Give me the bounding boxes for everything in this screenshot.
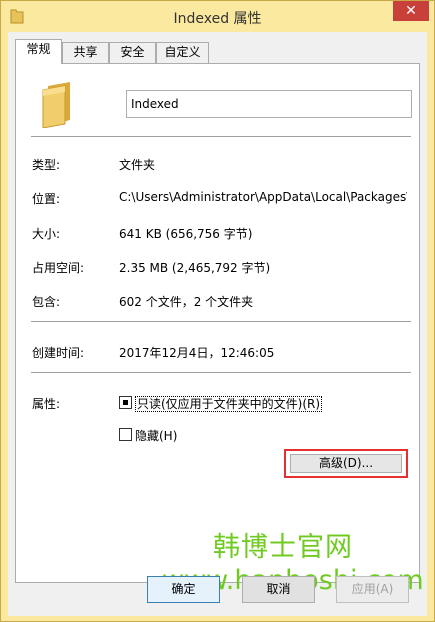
window-title: Indexed 属性 — [173, 11, 262, 27]
size-value: 641 KB (656,756 字节) — [119, 227, 253, 241]
contains-label: 包含: — [32, 295, 61, 309]
advanced-button-highlight: 高级(D)... — [284, 449, 408, 478]
divider — [31, 372, 411, 373]
title-bar[interactable]: Indexed 属性 ✕ — [1, 1, 434, 32]
apply-button[interactable]: 应用(A) — [336, 576, 409, 603]
cancel-button[interactable]: 取消 — [242, 576, 315, 603]
size-label: 大小: — [32, 227, 61, 241]
location-value[interactable]: C:\Users\Administrator\AppData\Local\Pac… — [119, 190, 407, 204]
folder-name-field[interactable] — [126, 90, 412, 118]
tab-customize[interactable]: 自定义 — [156, 42, 209, 63]
divider — [31, 136, 411, 137]
close-icon: ✕ — [405, 3, 417, 19]
created-label: 创建时间: — [32, 346, 85, 360]
type-value: 文件夹 — [119, 158, 156, 172]
readonly-checkbox[interactable] — [119, 396, 132, 409]
general-panel: 类型: 文件夹 位置: C:\Users\Administrator\AppDa… — [15, 63, 420, 583]
properties-window: Indexed 属性 ✕ 常规 共享 安全 自定义 类型: 文件夹 位置: C:… — [0, 0, 435, 622]
disk-size-value: 2.35 MB (2,465,792 字节) — [119, 261, 271, 275]
hidden-label[interactable]: 隐藏(H) — [135, 427, 177, 444]
tab-sharing[interactable]: 共享 — [62, 42, 109, 63]
close-button[interactable]: ✕ — [393, 1, 429, 21]
type-label: 类型: — [32, 158, 61, 172]
indeterminate-mark — [123, 400, 128, 405]
dialog-client: 常规 共享 安全 自定义 类型: 文件夹 位置: C:\Users\Admini… — [8, 32, 427, 616]
created-value: 2017年12月4日，12:46:05 — [119, 346, 275, 360]
watermark-brand: 韩博士官网 — [213, 532, 353, 563]
attributes-label: 属性: — [32, 397, 61, 411]
disk-size-label: 占用空间: — [32, 261, 85, 275]
tab-general[interactable]: 常规 — [15, 39, 62, 64]
divider — [31, 321, 411, 322]
contains-value: 602 个文件，2 个文件夹 — [119, 295, 254, 309]
readonly-label[interactable]: 只读(仅应用于文件夹中的文件)(R) — [135, 395, 323, 412]
tab-security[interactable]: 安全 — [109, 42, 156, 63]
hidden-checkbox[interactable] — [119, 428, 132, 441]
ok-button[interactable]: 确定 — [147, 576, 220, 603]
location-label: 位置: — [32, 192, 61, 206]
advanced-button[interactable]: 高级(D)... — [290, 454, 402, 473]
folder-large-icon — [42, 82, 70, 128]
